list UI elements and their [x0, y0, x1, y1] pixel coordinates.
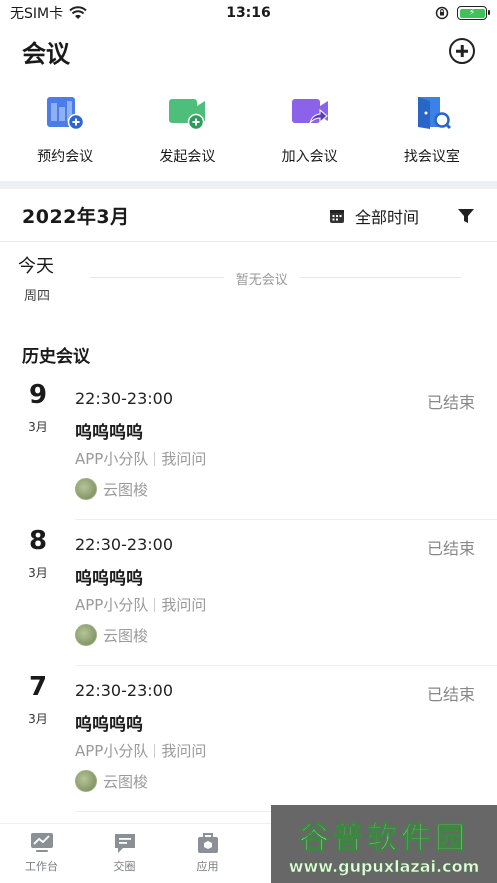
meeting-month: 3月	[28, 566, 48, 580]
section-divider	[0, 181, 497, 189]
battery-icon: ⚡	[457, 6, 490, 20]
meeting-status: 已结束	[426, 685, 475, 704]
start-meeting-icon	[169, 99, 206, 131]
join-meeting-icon	[291, 99, 328, 124]
tab-chat[interactable]: 交圈	[83, 824, 166, 883]
meeting-tags: APP小分队 我问问	[75, 448, 206, 469]
tab-label: 应用	[196, 860, 219, 873]
meeting-title: 呜呜呜呜	[75, 569, 143, 589]
action-label: 加入会议	[281, 149, 338, 165]
find-room-button[interactable]: 找会议室	[377, 90, 487, 166]
meeting-team: APP小分队	[75, 742, 149, 760]
schedule-meeting-button[interactable]: 预约会议	[10, 90, 120, 166]
tab-workbench[interactable]: 工作台	[0, 824, 83, 883]
month-selector[interactable]: 2022年3月	[22, 202, 130, 229]
meeting-team: APP小分队	[75, 450, 149, 468]
meeting-status: 已结束	[426, 393, 475, 412]
page-title: 会议	[22, 39, 70, 68]
action-label: 预约会议	[37, 149, 94, 165]
weekday-label: 周四	[24, 289, 51, 304]
host-name: 云图梭	[103, 480, 149, 499]
meeting-month: 3月	[28, 420, 48, 434]
meeting-title: 呜呜呜呜	[75, 423, 143, 443]
workbench-icon	[30, 833, 53, 852]
today-section: 今天 周四 暂无会议	[18, 252, 475, 310]
meeting-tags: APP小分队 我问问	[75, 594, 206, 615]
tab-label: 工作台	[25, 860, 58, 873]
meeting-tag: 我问问	[161, 742, 207, 760]
meeting-team: APP小分队	[75, 596, 149, 614]
history-title: 历史会议	[22, 347, 90, 367]
action-label: 找会议室	[403, 149, 460, 165]
avatar	[75, 478, 97, 500]
month-bar: 2022年3月 全部时间	[0, 190, 497, 242]
watermark-title: 谷普软件园	[299, 820, 469, 856]
apps-icon	[197, 833, 218, 853]
find-room-icon	[417, 97, 451, 130]
status-bar: 无SIM卡 13:16 ⚡	[0, 0, 497, 26]
calendar-icon[interactable]	[329, 208, 345, 224]
host-name: 云图梭	[103, 626, 149, 645]
avatar	[75, 624, 97, 646]
time-filter-label[interactable]: 全部时间	[355, 204, 419, 228]
meeting-host: 云图梭	[75, 770, 148, 792]
host-name: 云图梭	[103, 772, 149, 791]
carrier-label: 无SIM卡	[10, 6, 64, 22]
filter-icon[interactable]	[457, 208, 475, 224]
meeting-time: 22:30-23:00	[75, 681, 173, 700]
meeting-day: 9	[28, 380, 48, 410]
start-meeting-button[interactable]: 发起会议	[132, 90, 242, 166]
action-label: 发起会议	[159, 149, 216, 165]
schedule-meeting-icon	[47, 97, 85, 131]
meeting-day: 7	[28, 672, 48, 702]
meeting-item[interactable]: 8 3月 22:30-23:00 已结束 呜呜呜呜 APP小分队 我问问 云图梭	[0, 520, 497, 666]
join-meeting-button[interactable]: 加入会议	[255, 90, 365, 166]
meeting-time: 22:30-23:00	[75, 535, 173, 554]
meeting-tag: 我问问	[161, 450, 207, 468]
watermark-url: www.gupuxlazai.com	[288, 856, 480, 876]
watermark: 谷普软件园 www.gupuxlazai.com	[271, 805, 497, 883]
quick-actions: 预约会议 发起会议 加入会议 找会议室	[0, 90, 497, 166]
avatar	[75, 770, 97, 792]
meeting-time: 22:30-23:00	[75, 389, 173, 408]
meeting-tag: 我问问	[161, 596, 207, 614]
tab-label: 交圈	[113, 860, 136, 873]
add-icon[interactable]	[449, 38, 475, 64]
tab-apps[interactable]: 应用	[166, 824, 249, 883]
meeting-host: 云图梭	[75, 624, 148, 646]
meeting-item[interactable]: 9 3月 22:30-23:00 已结束 呜呜呜呜 APP小分队 我问问 云图梭	[0, 374, 497, 520]
meeting-status: 已结束	[426, 539, 475, 558]
header: 会议	[22, 34, 475, 68]
orientation-lock-icon	[435, 6, 449, 20]
empty-state-text: 暂无会议	[223, 269, 300, 288]
meeting-item[interactable]: 7 3月 22:30-23:00 已结束 呜呜呜呜 APP小分队 我问问 云图梭	[0, 666, 497, 812]
meeting-tags: APP小分队 我问问	[75, 740, 206, 761]
today-label: 今天	[18, 256, 54, 277]
wifi-icon	[69, 6, 87, 19]
meeting-host: 云图梭	[75, 478, 148, 500]
meeting-day: 8	[28, 526, 48, 556]
meeting-title: 呜呜呜呜	[75, 715, 143, 735]
chat-icon	[114, 834, 135, 853]
meeting-month: 3月	[28, 712, 48, 726]
